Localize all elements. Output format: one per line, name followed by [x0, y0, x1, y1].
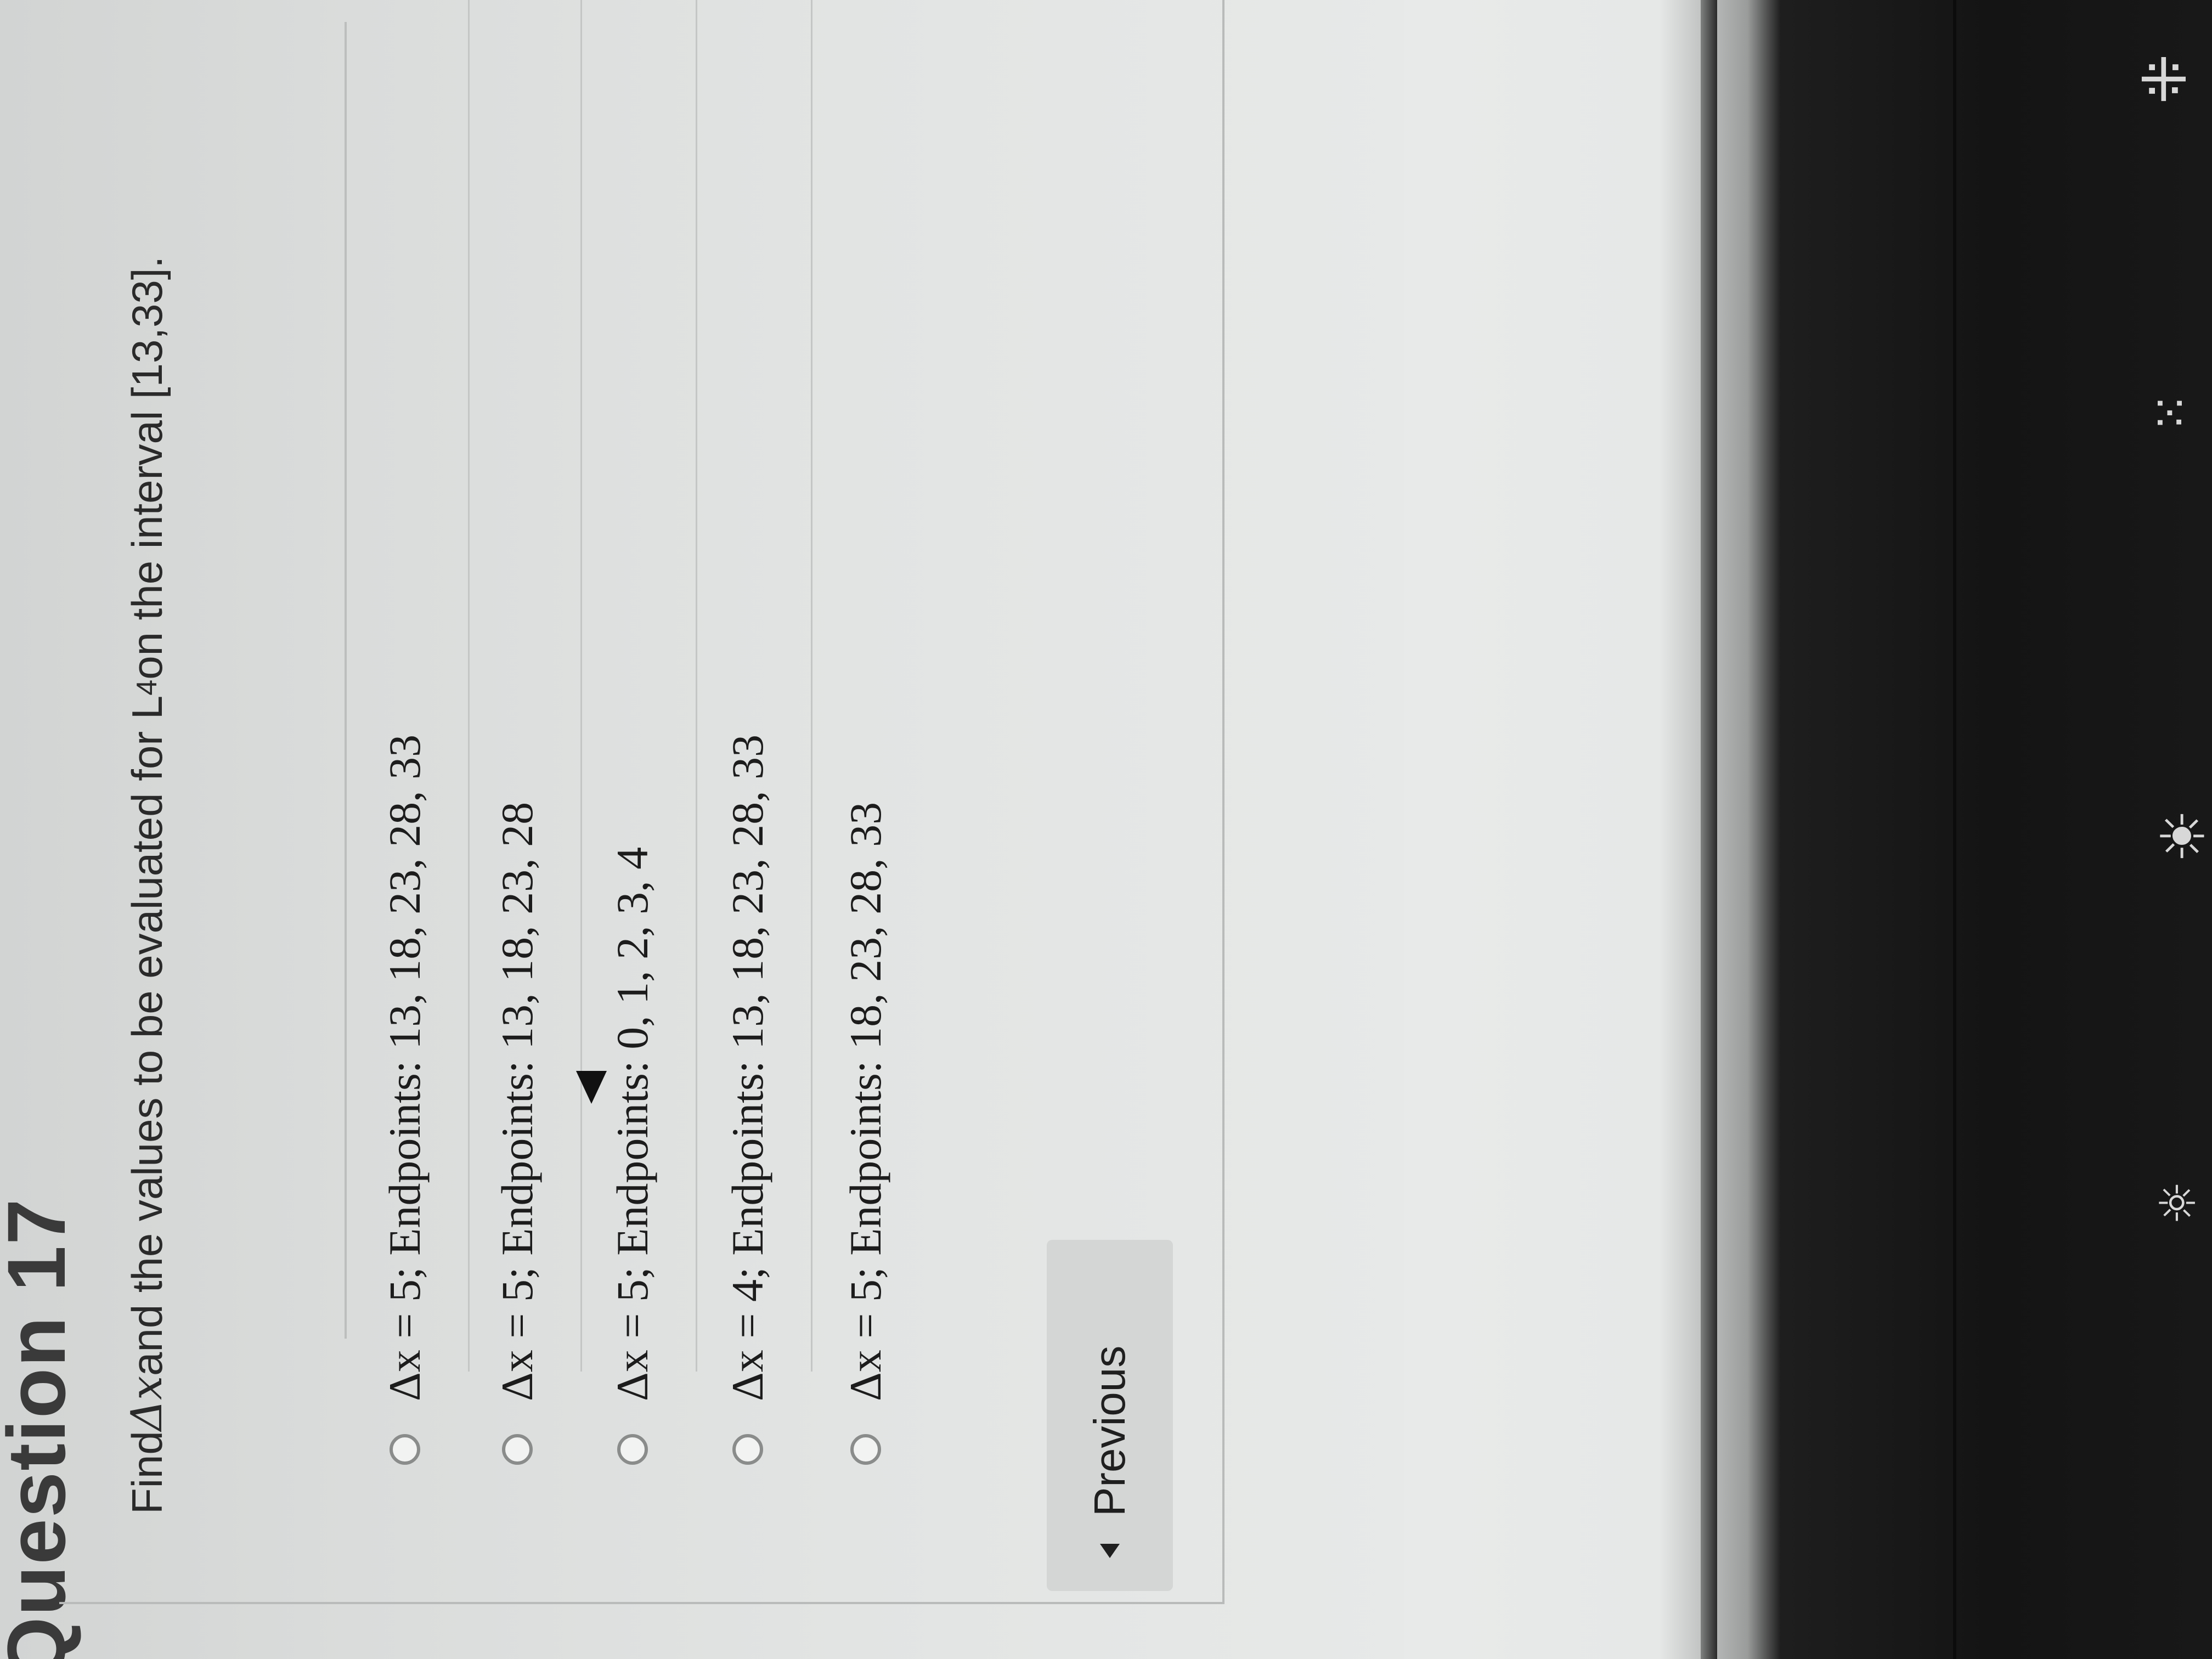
- caret-left-icon: [1100, 1544, 1120, 1558]
- photo-scene: ☼ ☀ ⁙ ⁜ Question 17 Find Δx and the valu…: [0, 0, 2212, 1659]
- radio-unselected-icon[interactable]: [850, 1434, 881, 1465]
- radio-unselected-icon[interactable]: [390, 1434, 420, 1465]
- prompt-suffix: on the interval [13,33].: [122, 256, 171, 680]
- previous-button[interactable]: Previous: [1047, 1240, 1173, 1591]
- answer-choice-4[interactable]: Δx = 4; Endpoints: 13, 18, 23, 28, 33: [707, 735, 789, 1465]
- prompt-subscript: 4: [131, 679, 163, 696]
- answer-choice-label: Δx = 5; Endpoints: 18, 23, 28, 33: [840, 802, 890, 1401]
- keyboard-row-gap: [1953, 0, 1956, 1659]
- choice-divider: [696, 0, 697, 1372]
- launchpad-icon[interactable]: ⁜: [2130, 54, 2200, 104]
- prompt-divider: [345, 22, 347, 1339]
- answer-choice-2[interactable]: Δx = 5; Endpoints: 13, 18, 23, 28: [476, 802, 558, 1465]
- prompt-prefix: Find: [122, 1431, 171, 1514]
- brightness-down-icon[interactable]: ☼: [2149, 1181, 2207, 1225]
- prompt-delta-x: Δx: [122, 1375, 172, 1431]
- quiz-page: Question 17 Find Δx and the values to be…: [0, 0, 1723, 1659]
- answer-choice-label: Δx = 5; Endpoints: 0, 1, 2, 3, 4: [607, 847, 657, 1401]
- radio-unselected-icon[interactable]: [732, 1434, 763, 1465]
- answer-choice-5[interactable]: Δx = 5; Endpoints: 18, 23, 28, 33: [825, 802, 907, 1465]
- answer-choice-label: Δx = 4; Endpoints: 13, 18, 23, 28, 33: [723, 734, 772, 1401]
- question-prompt: Find Δx and the values to be evaluated f…: [59, 256, 235, 1514]
- prompt-middle: and the values to be evaluated for L: [122, 695, 171, 1376]
- previous-button-label: Previous: [1085, 1345, 1134, 1516]
- question-card: Find Δx and the values to be evaluated f…: [59, 0, 1224, 1604]
- radio-unselected-icon[interactable]: [617, 1434, 648, 1465]
- choice-divider: [811, 0, 812, 1372]
- brightness-up-icon[interactable]: ☀: [2148, 809, 2212, 864]
- answer-choice-1[interactable]: Δx = 5; Endpoints: 13, 18, 23, 28, 33: [364, 735, 446, 1465]
- answer-choice-label: Δx = 5; Endpoints: 13, 18, 23, 28: [492, 802, 542, 1401]
- radio-unselected-icon[interactable]: [502, 1434, 533, 1465]
- choice-divider: [468, 0, 470, 1372]
- mission-control-icon[interactable]: ⁙: [2142, 392, 2200, 433]
- choice-divider: [580, 0, 582, 1372]
- mouse-pointer-icon: [576, 1071, 607, 1104]
- answer-choice-label: Δx = 5; Endpoints: 13, 18, 23, 28, 33: [380, 734, 430, 1401]
- answer-choice-3[interactable]: Δx = 5; Endpoints: 0, 1, 2, 3, 4: [591, 847, 674, 1465]
